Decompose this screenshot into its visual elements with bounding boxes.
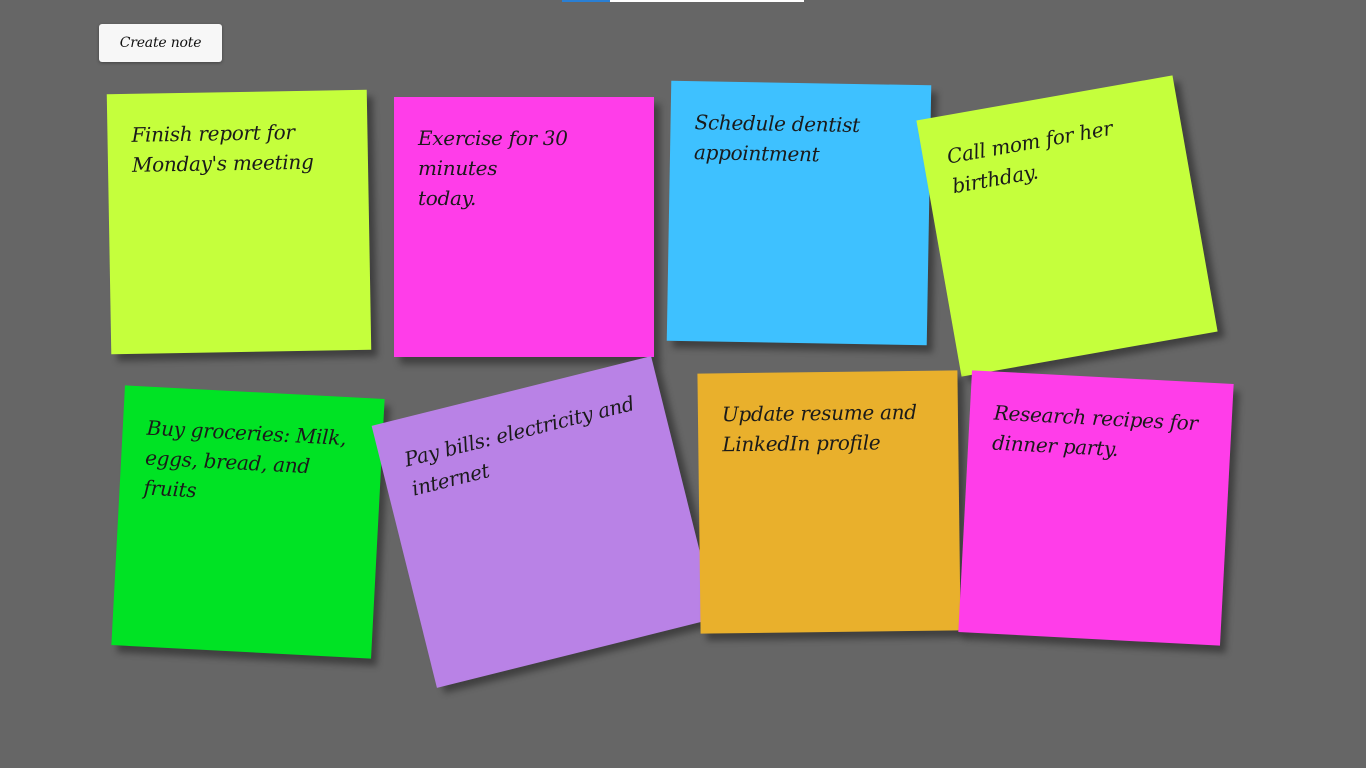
note-text[interactable]: Schedule dentist appointment xyxy=(694,107,907,171)
sticky-note[interactable]: Buy groceries: Milk, eggs, bread, and fr… xyxy=(111,385,385,659)
note-text[interactable]: Update resume and LinkedIn profile xyxy=(722,397,935,460)
note-text[interactable]: Buy groceries: Milk, eggs, bread, and fr… xyxy=(143,413,359,514)
sticky-note[interactable]: Call mom for her birthday. xyxy=(916,75,1218,377)
note-text[interactable]: Finish report for Monday's meeting xyxy=(131,116,344,180)
note-text[interactable]: Exercise for 30 minutes today. xyxy=(418,123,630,213)
sticky-note[interactable]: Exercise for 30 minutes today. xyxy=(394,97,654,357)
top-progress-bar xyxy=(562,0,804,2)
sticky-note[interactable]: Research recipes for dinner party. xyxy=(958,370,1234,646)
sticky-note[interactable]: Pay bills: electricity and internet xyxy=(371,356,717,688)
sticky-note[interactable]: Update resume and LinkedIn profile xyxy=(697,370,961,634)
sticky-note[interactable]: Finish report for Monday's meeting xyxy=(106,89,372,355)
notes-board: Create note Finish report for Monday's m… xyxy=(0,0,1366,768)
sticky-note[interactable]: Schedule dentist appointment xyxy=(666,80,932,346)
note-text[interactable]: Pay bills: electricity and internet xyxy=(401,387,648,503)
top-progress-fill xyxy=(562,0,611,2)
note-text[interactable]: Call mom for her birthday. xyxy=(945,105,1164,201)
note-text[interactable]: Research recipes for dinner party. xyxy=(992,398,1209,469)
create-note-button[interactable]: Create note xyxy=(99,24,222,62)
